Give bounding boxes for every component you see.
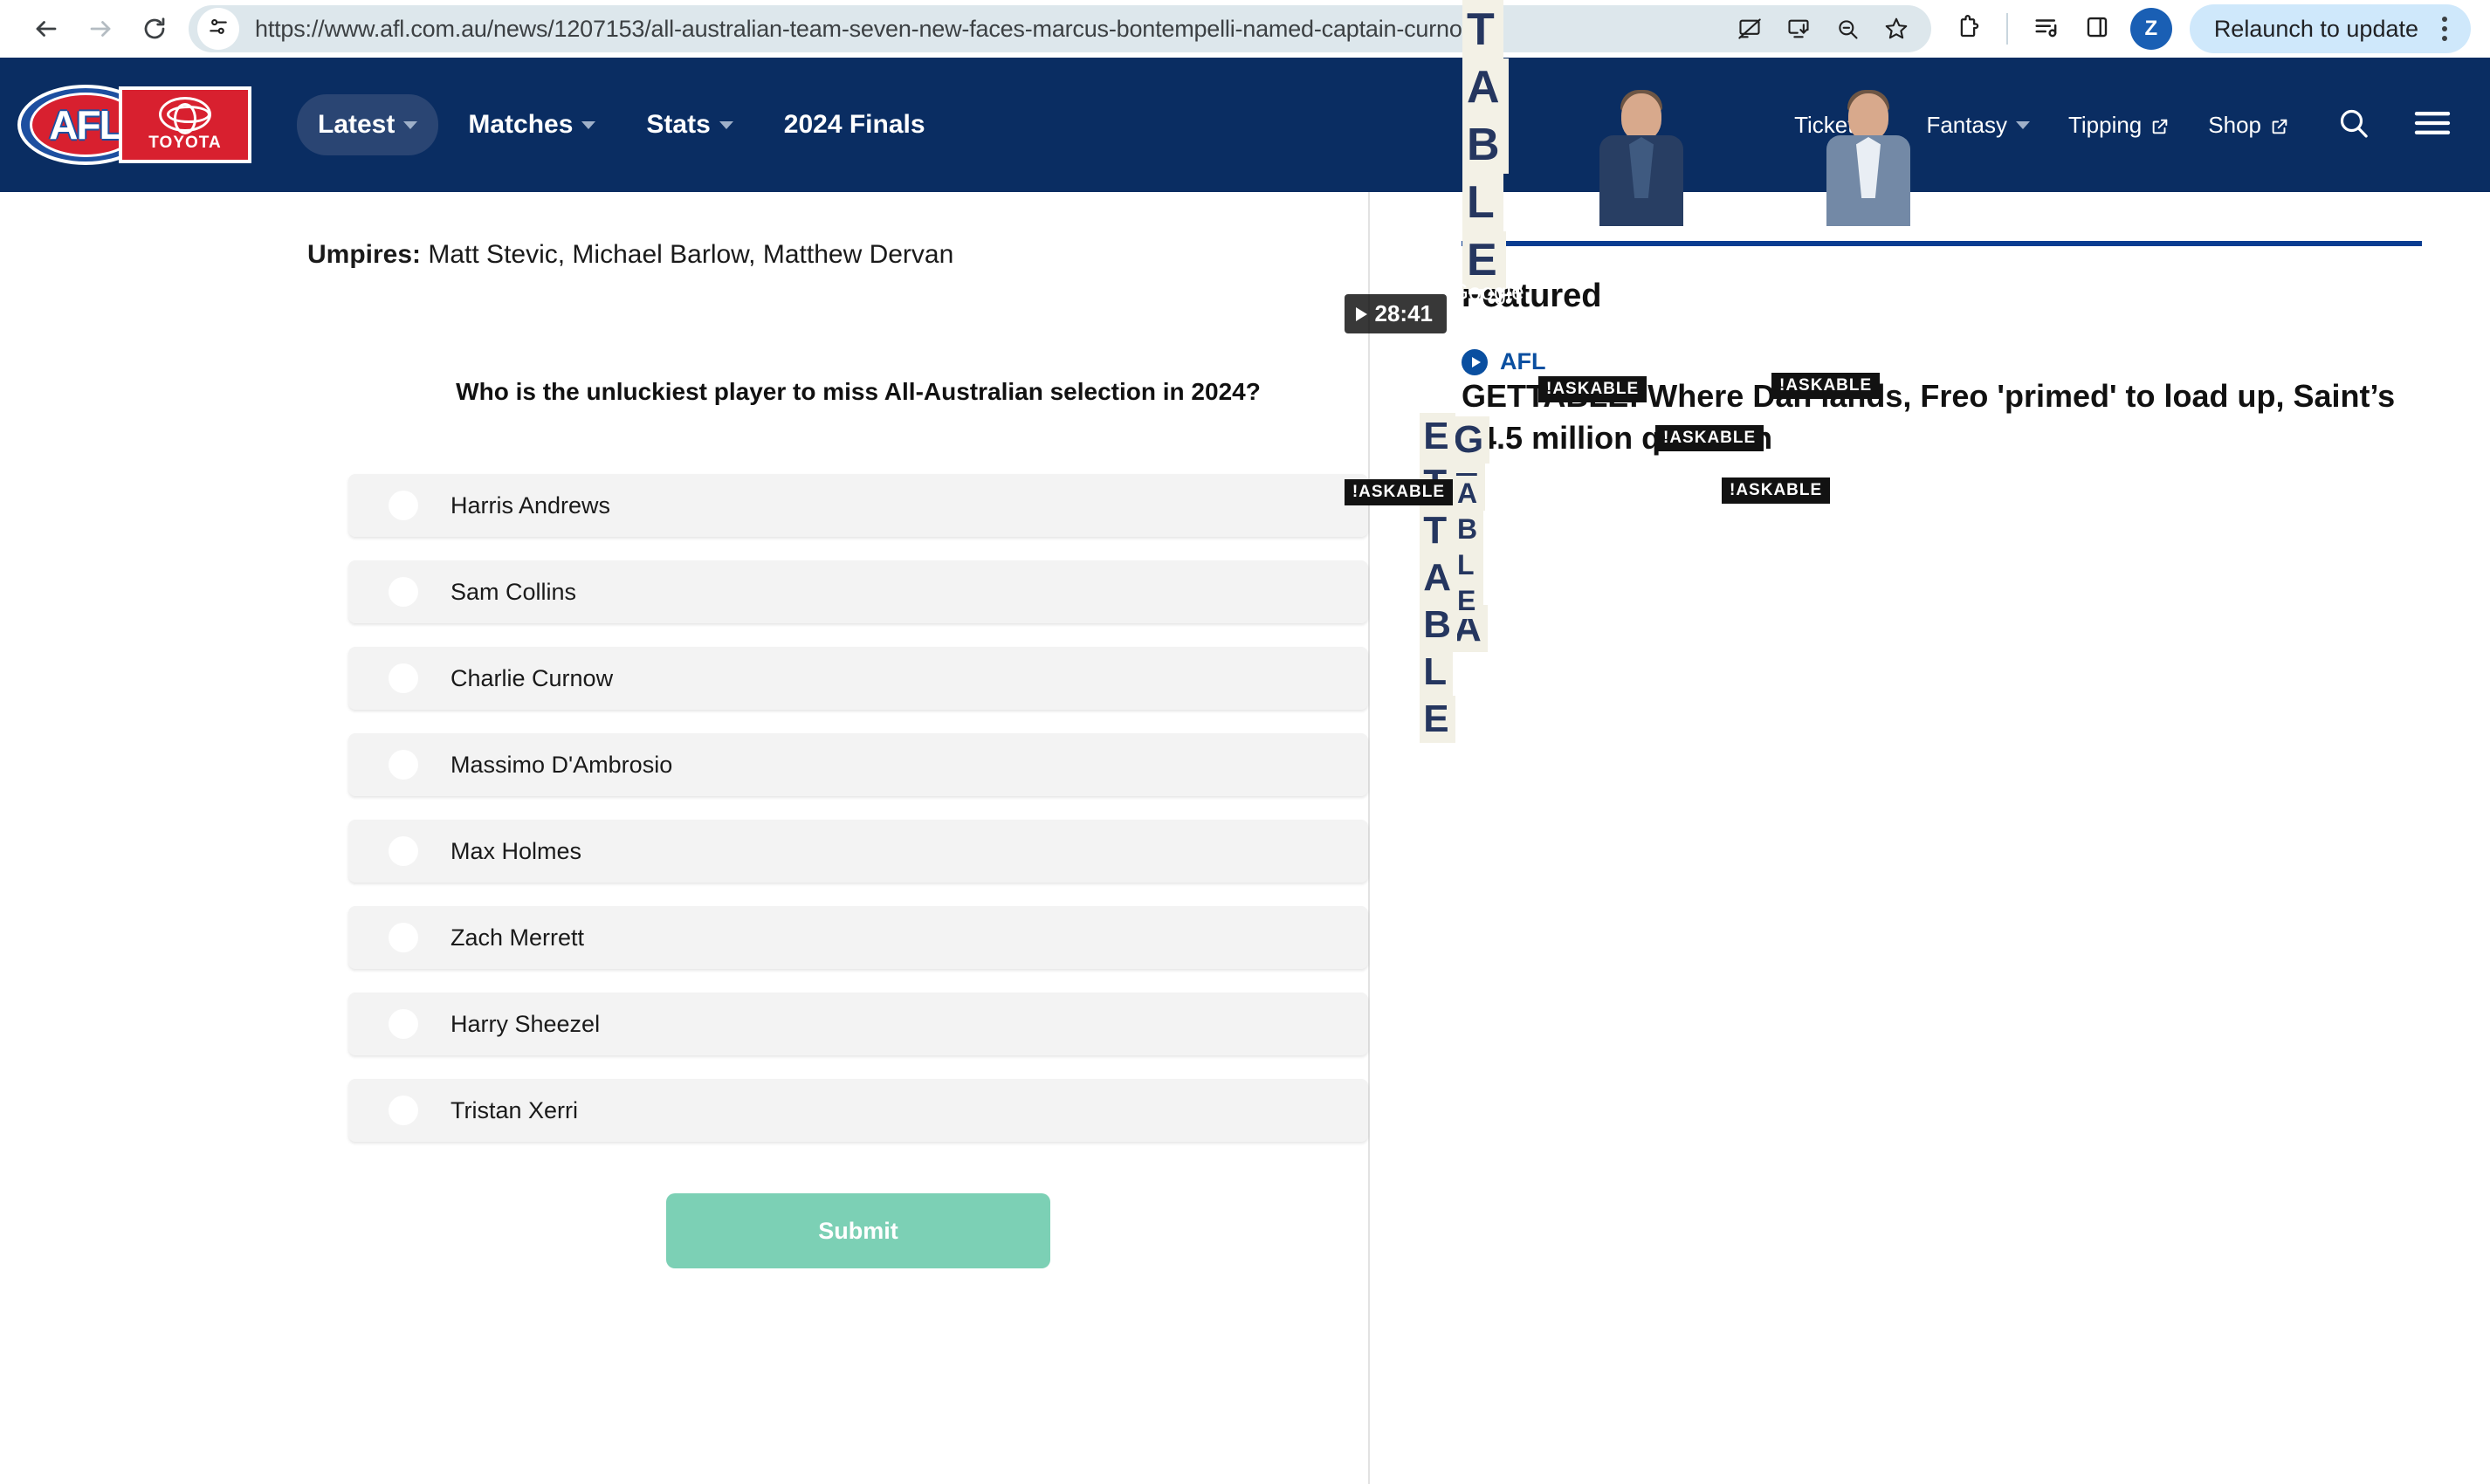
nav-item-label: Shop (2208, 111, 2261, 138)
poll-option-label: Tristan Xerri (451, 1096, 579, 1123)
play-icon (1462, 348, 1488, 375)
chevron-down-icon (403, 120, 418, 129)
search-button[interactable] (2326, 97, 2382, 153)
site-settings-icon (207, 16, 230, 43)
external-link-icon (2270, 115, 2289, 134)
radio-button-icon[interactable] (389, 1009, 418, 1039)
hamburger-menu-icon (2412, 107, 2452, 143)
page-body: Umpires: Matt Stevic, Michael Barlow, Ma… (0, 0, 2490, 1484)
reload-icon (141, 16, 168, 42)
chevron-down-icon (2015, 120, 2030, 129)
nav-item-label: Tipping (2067, 111, 2143, 138)
sidebar-section-title: Featured (1462, 278, 1602, 314)
search-icon (2336, 106, 2371, 145)
radio-button-icon[interactable] (389, 491, 418, 520)
poll-option-harris-andrews[interactable]: Harris Andrews (348, 474, 1368, 537)
poll-option-max-holmes[interactable]: Max Holmes (348, 820, 1368, 883)
side-panel-button[interactable] (2073, 4, 2122, 53)
nav-item-2024-finals[interactable]: 2024 Finals (763, 94, 946, 155)
forward-arrow-icon (87, 16, 113, 42)
extensions-puzzle-icon (1955, 14, 1981, 45)
poll-option-sam-collins[interactable]: Sam Collins (348, 560, 1368, 623)
poll-option-massimo-dambrosio[interactable]: Massimo D'Ambrosio (348, 733, 1368, 796)
afl-toyota-logo[interactable]: AFL TOYOTA (16, 83, 253, 167)
nav-item-tipping[interactable]: Tipping (2054, 100, 2184, 151)
nav-item-label: Latest (318, 110, 396, 139)
poll-option-zach-merrett[interactable]: Zach Merrett (348, 906, 1368, 969)
poll-option-label: Max Holmes (451, 837, 582, 864)
poll-widget: Who is the unluckiest player to miss All… (348, 271, 1368, 1268)
relaunch-label: Relaunch to update (2213, 15, 2418, 42)
umpires-label: Umpires: (307, 240, 422, 269)
radio-button-icon[interactable] (389, 836, 418, 866)
back-button[interactable] (19, 2, 73, 56)
cast-off-icon[interactable] (1727, 6, 1772, 52)
toyota-logo-icon: TOYOTA (119, 86, 251, 163)
featured-source-label: AFL (1500, 348, 1546, 374)
kebab-menu-icon[interactable] (2427, 9, 2462, 49)
url-text[interactable]: https://www.afl.com.au/news/1207153/all-… (255, 16, 1727, 43)
side-panel-icon (2084, 14, 2110, 45)
submit-button[interactable]: Submit (666, 1193, 1050, 1268)
nav-item-matches[interactable]: Matches (447, 94, 616, 155)
nav-item-label: Matches (468, 110, 574, 139)
radio-button-icon[interactable] (389, 750, 418, 780)
poll-option-label: Massimo D'Ambrosio (451, 751, 673, 778)
site-settings-button[interactable] (197, 8, 239, 50)
extensions-button[interactable] (1943, 4, 1992, 53)
chevron-down-icon (581, 120, 596, 129)
reload-button[interactable] (127, 2, 182, 56)
chevron-down-icon (719, 120, 733, 129)
poll-option-charlie-curnow[interactable]: Charlie Curnow (348, 647, 1368, 710)
site-header: AFL TOYOTA Latest Matches Stats 2024 Fin… (0, 58, 2490, 192)
hamburger-menu-button[interactable] (2404, 97, 2460, 153)
address-bar[interactable]: https://www.afl.com.au/news/1207153/all-… (189, 5, 1931, 52)
reading-list-button[interactable] (2022, 4, 2071, 53)
radio-button-icon[interactable] (389, 1096, 418, 1125)
nav-item-shop[interactable]: Shop (2194, 100, 2303, 151)
nav-item-label: Stats (646, 110, 711, 139)
nav-item-stats[interactable]: Stats (625, 94, 753, 155)
radio-button-icon[interactable] (389, 923, 418, 952)
zoom-out-icon[interactable] (1825, 6, 1870, 52)
submit-row: Submit (348, 1193, 1368, 1268)
umpires-line: Umpires: Matt Stevic, Michael Barlow, Ma… (0, 192, 1368, 271)
sidebar-accent-rule (1462, 241, 2422, 246)
radio-button-icon[interactable] (389, 663, 418, 693)
poll-option-tristan-xerri[interactable]: Tristan Xerri (348, 1079, 1368, 1142)
browser-actions: Z Relaunch to update (1943, 4, 2471, 53)
back-arrow-icon (33, 16, 59, 42)
umpires-names: Matt Stevic, Michael Barlow, Matthew Der… (421, 240, 954, 269)
radio-button-icon[interactable] (389, 577, 418, 607)
external-link-icon (2150, 115, 2170, 134)
toolbar-divider (2005, 13, 2008, 45)
forward-button[interactable] (73, 2, 127, 56)
sidebar: Featured GETTA ETTABLE ABLE !ASKABLE !AS… (1344, 0, 2490, 1484)
profile-avatar[interactable]: Z (2129, 8, 2172, 50)
primary-nav: Latest Matches Stats 2024 Finals (297, 94, 946, 155)
poll-option-label: Harry Sheezel (451, 1010, 601, 1037)
poll-option-label: Harris Andrews (451, 491, 611, 519)
nav-item-label: 2024 Finals (783, 110, 925, 139)
poll-option-label: Charlie Curnow (451, 664, 614, 691)
nav-item-label: Fantasy (1926, 111, 2007, 138)
article-content: Umpires: Matt Stevic, Michael Barlow, Ma… (0, 192, 1370, 1484)
nav-item-fantasy[interactable]: Fantasy (1912, 100, 2044, 151)
toyota-wordmark: TOYOTA (148, 134, 222, 152)
bookmark-star-icon[interactable] (1874, 6, 1919, 52)
relaunch-to-update-button[interactable]: Relaunch to update (2189, 4, 2471, 53)
browser-toolbar: https://www.afl.com.au/news/1207153/all-… (0, 0, 2490, 58)
poll-option-label: Zach Merrett (451, 924, 585, 951)
omnibox-actions (1727, 6, 1919, 52)
poll-option-harry-sheezel[interactable]: Harry Sheezel (348, 993, 1368, 1055)
poll-question: Who is the unluckiest player to miss All… (456, 378, 1261, 405)
reading-list-icon (2033, 14, 2060, 45)
poll-option-label: Sam Collins (451, 578, 577, 605)
featured-source-row[interactable]: AFL (1462, 348, 2422, 375)
nav-item-latest[interactable]: Latest (297, 94, 439, 155)
install-app-icon[interactable] (1776, 6, 1821, 52)
